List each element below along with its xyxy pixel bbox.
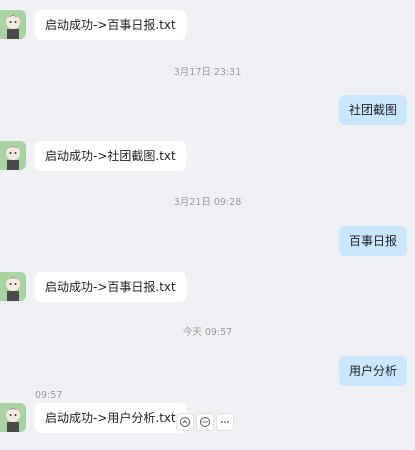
avatar-image — [0, 10, 26, 39]
bot-avatar[interactable] — [0, 10, 26, 39]
timestamp-divider: 3月17日 23:31 — [173, 67, 242, 78]
message-time: 09:57 — [35, 390, 63, 401]
message-bubble-self[interactable]: 社团截图 — [338, 95, 407, 125]
quote-icon — [180, 417, 190, 427]
reply-icon — [200, 417, 210, 427]
timestamp-divider: 3月21日 09:28 — [173, 197, 242, 208]
more-button[interactable] — [216, 413, 234, 431]
more-icon — [221, 421, 229, 423]
avatar-image — [0, 141, 26, 170]
quote-button[interactable] — [176, 413, 194, 431]
reply-button[interactable] — [196, 413, 214, 431]
message-hover-actions — [176, 413, 234, 431]
avatar-image — [0, 403, 26, 432]
message-bubble[interactable]: 启动成功->用户分析.txt — [35, 403, 186, 433]
message-bubble[interactable]: 启动成功->百事日报.txt — [35, 272, 186, 302]
bot-avatar[interactable] — [0, 403, 26, 432]
avatar-image — [0, 272, 26, 301]
bot-avatar[interactable] — [0, 272, 26, 301]
message-bubble[interactable]: 启动成功->百事日报.txt — [35, 10, 186, 40]
timestamp-divider: 今天 09:57 — [182, 327, 233, 338]
message-bubble[interactable]: 启动成功->社团截图.txt — [35, 141, 186, 171]
bot-avatar[interactable] — [0, 141, 26, 170]
message-bubble-self[interactable]: 百事日报 — [338, 226, 407, 256]
message-bubble-self[interactable]: 用户分析 — [338, 356, 407, 386]
